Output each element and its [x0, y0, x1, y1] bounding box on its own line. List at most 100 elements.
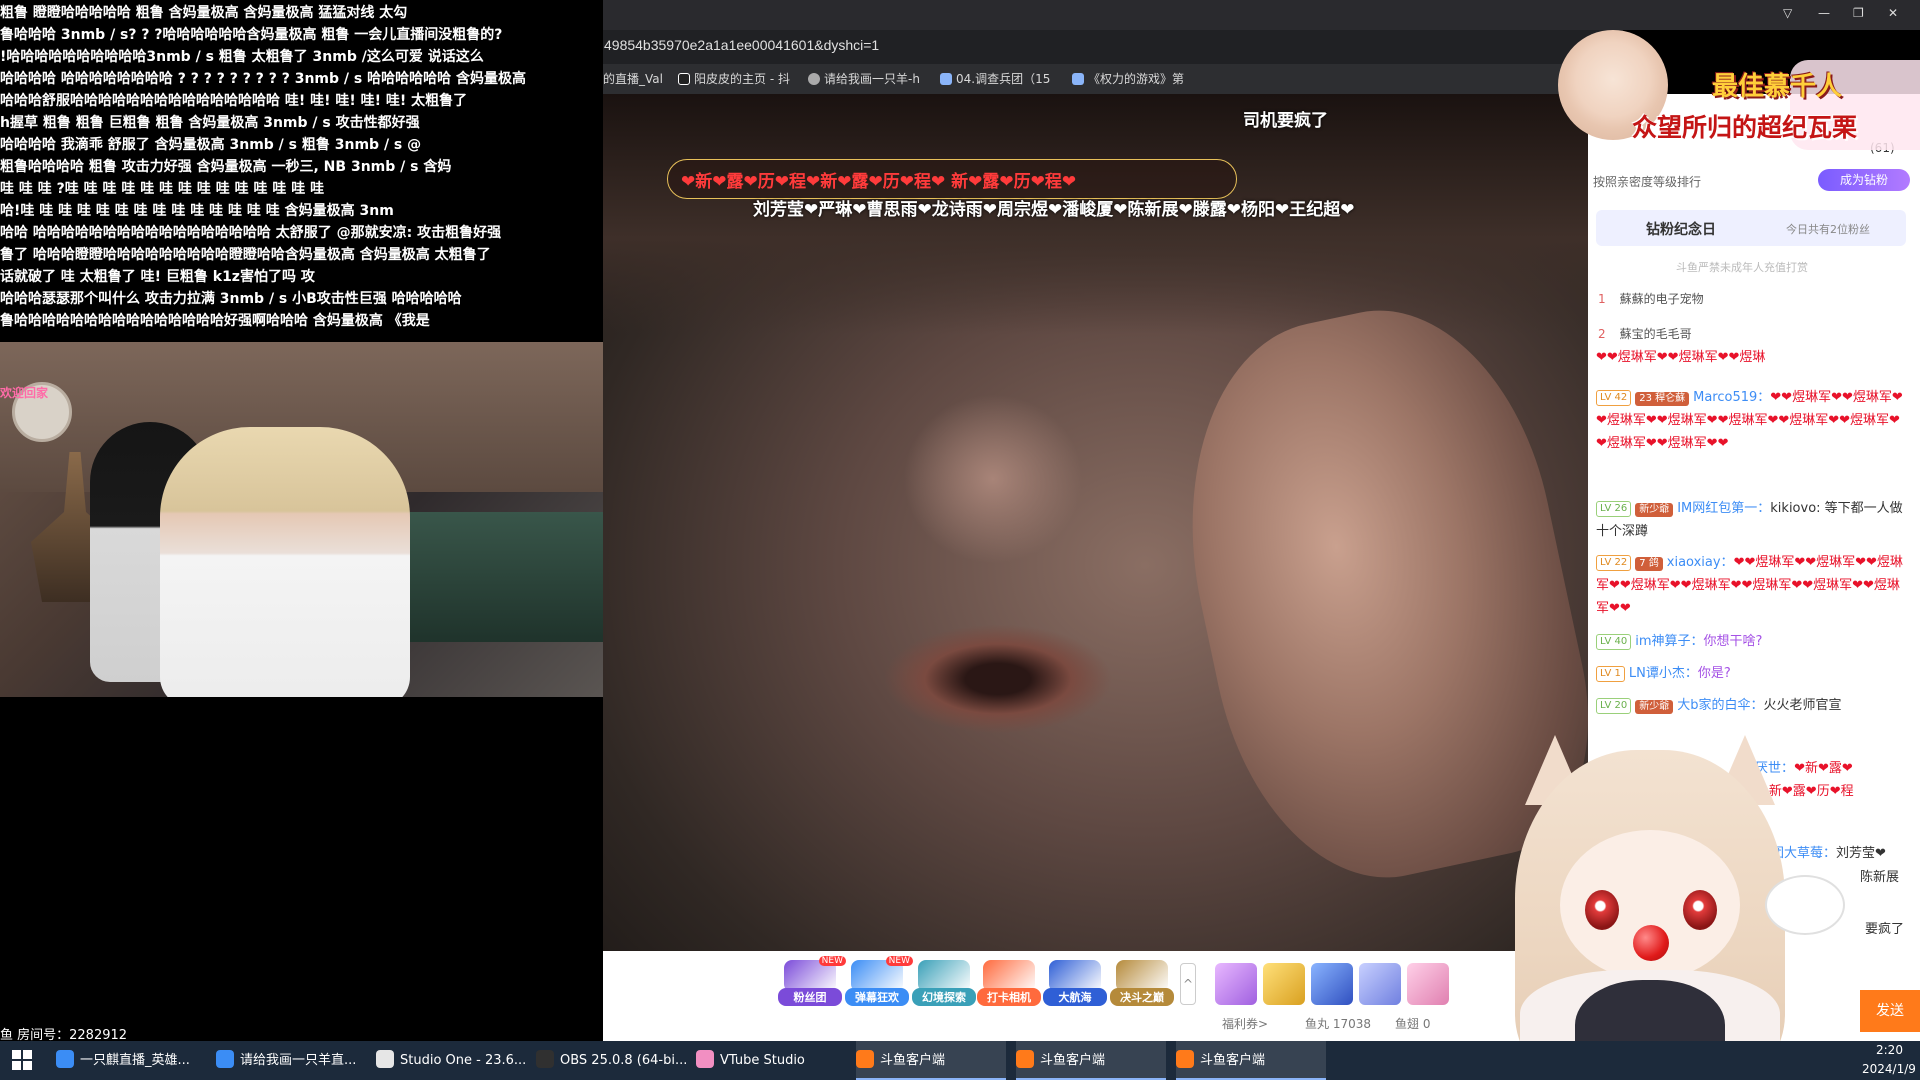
app-icon	[856, 1050, 874, 1068]
douyin-icon	[678, 73, 690, 85]
new-badge: NEW	[818, 956, 846, 966]
gift-item[interactable]: 决斗之巅	[1110, 960, 1174, 1006]
chat-text: ❤❤煜琳军❤❤煜琳军❤❤煜琳	[1596, 350, 1766, 365]
tv-icon	[1072, 73, 1084, 85]
fan-badge: 新少爺	[1635, 503, 1674, 517]
gift-label: 幻境探索	[912, 988, 976, 1006]
url-text[interactable]: 49854b35970e2a1a1ee00041601&dyshci=1	[604, 37, 879, 53]
gift-item[interactable]: 大航海	[1043, 960, 1107, 1006]
scroll-up-icon[interactable]: ^	[1180, 963, 1196, 1005]
clock-date[interactable]: 2024/1/9	[1862, 1062, 1916, 1076]
rank-tip: 按照亲密度等级排行	[1593, 175, 1702, 189]
danmaku-line: 鲁了 哈哈哈瞪瞪哈哈哈哈哈哈哈哈哈瞪瞪哈哈含妈量极高 含妈量极高 太粗鲁了	[0, 247, 491, 263]
gift-label: 弹幕狂欢	[845, 988, 909, 1006]
bookmark-item[interactable]: 《权力的游戏》第	[1072, 70, 1184, 87]
taskbar-item[interactable]: 一只麒直播_英雄...	[56, 1041, 206, 1080]
danmaku-line: 哈哈 哈哈哈哈哈哈哈哈哈哈哈哈哈哈哈哈哈 太舒服了 @那就安凉: 攻击粗鲁好强	[0, 225, 502, 241]
chat-username[interactable]: 大b家的白伞：	[1677, 698, 1763, 713]
cam-badge: 欢迎回家	[0, 386, 49, 400]
danmaku-line: 哈哈哈瑟瑟那个叫什么 攻击力拉满 3nmb / s 小B攻击性巨强 哈哈哈哈哈	[0, 291, 462, 307]
chat-text: 你是?	[1697, 666, 1731, 681]
app-icon	[536, 1050, 554, 1068]
gift-label: 粉丝团	[778, 988, 842, 1006]
tv-icon	[940, 73, 952, 85]
taskbar-item-label: OBS 25.0.8 (64-bi...	[560, 1053, 688, 1068]
level-badge: LV 1	[1596, 666, 1625, 682]
gift-item[interactable]: 弹幕狂欢 NEW	[845, 956, 913, 1006]
taskbar-item-label: 斗鱼客户端	[1040, 1053, 1106, 1068]
level-badge: LV 42	[1596, 390, 1632, 406]
ad-subtitle: 众望所归的超纪瓦栗	[1632, 113, 1858, 142]
diamond-subtitle: 今日共有2位粉丝	[1786, 223, 1870, 236]
fan-badge: 23 稈仑蘇	[1635, 392, 1690, 406]
danmaku-line: h握草 粗鲁 粗鲁 巨粗鲁 粗鲁 含妈量极高 3nmb / s 攻击性都好强	[0, 115, 420, 131]
gift-item[interactable]: 幻境探索	[912, 960, 976, 1006]
taskbar-item[interactable]: Studio One - 23.6...	[376, 1041, 526, 1080]
rocket-icon[interactable]	[1311, 963, 1353, 1005]
video-caption: 司机要疯了	[1243, 111, 1328, 131]
clock-time[interactable]: 2:20	[1876, 1043, 1903, 1057]
chat-message: LV 40 im神算子：你想干啥?	[1596, 630, 1906, 653]
bookmark-item[interactable]: 请给我画一只羊-h	[808, 70, 920, 87]
app-icon	[1176, 1050, 1194, 1068]
prop-icon[interactable]	[1215, 963, 1257, 1005]
hearts-banner-text: ❤新❤露❤历❤程❤新❤露❤历❤程❤ 新❤露❤历❤程❤	[681, 172, 1077, 192]
chat-text: 火火老师官宣	[1763, 698, 1842, 713]
gift-item[interactable]: 打卡相机	[977, 960, 1041, 1006]
taskbar-item[interactable]: 斗鱼客户端	[1016, 1041, 1166, 1080]
vtuber-avatar	[1425, 735, 1920, 1080]
chat-username[interactable]: LN谭小杰：	[1629, 666, 1698, 681]
chat-username[interactable]: IM网红包第一：	[1677, 501, 1770, 516]
video-mouth	[883, 624, 1113, 734]
new-badge: NEW	[885, 956, 913, 966]
gift-label: 大航海	[1043, 988, 1107, 1006]
chat-message: LV 22 7 鸽 xiaoxiay：❤❤煜琳军❤❤煜琳军❤❤煜琳军❤❤煜琳军❤❤煜…	[1596, 551, 1906, 620]
danmaku-line: 哈!哇 哇 哇 哇 哇 哇 哇 哇 哇 哇 哇 哇 哇 哇 含妈量极高 3nm	[0, 203, 394, 219]
prop-icon[interactable]	[1359, 963, 1401, 1005]
pin-icon[interactable]: ▽	[1783, 6, 1792, 20]
vtuber-eye-right	[1683, 890, 1717, 930]
taskbar-item-label: 请给我画一只羊直...	[240, 1053, 357, 1068]
bookmark-item[interactable]: 的直播_Val	[603, 70, 663, 87]
close-button[interactable]: ✕	[1888, 6, 1898, 20]
taskbar-item[interactable]: VTube Studio	[696, 1041, 846, 1080]
danmaku-overlay: 粗鲁 瞪瞪哈哈哈哈哈 粗鲁 含妈量极高 含妈量极高 猛猛对线 太勾 鲁哈哈哈 3n…	[0, 0, 603, 340]
app-icon	[696, 1050, 714, 1068]
minimize-button[interactable]: —	[1818, 6, 1830, 20]
taskbar-item[interactable]: 斗鱼客户端	[1176, 1041, 1326, 1080]
taskbar-item[interactable]: OBS 25.0.8 (64-bi...	[536, 1041, 688, 1080]
danmaku-line: 粗鲁 瞪瞪哈哈哈哈哈 粗鲁 含妈量极高 含妈量极高 猛猛对线 太勾	[0, 5, 408, 21]
maximize-button[interactable]: ❐	[1853, 6, 1864, 20]
sheep-sticker	[1765, 875, 1845, 935]
chat-username[interactable]: im神算子：	[1635, 634, 1703, 649]
taskbar-item-label: Studio One - 23.6...	[400, 1053, 527, 1068]
app-icon	[1016, 1050, 1034, 1068]
chat-username[interactable]: xiaoxiay：	[1667, 555, 1734, 570]
taskbar-item[interactable]: 斗鱼客户端	[856, 1041, 1006, 1080]
video-face	[903, 394, 1083, 564]
level-badge: LV 22	[1596, 555, 1632, 571]
welfare-link[interactable]: 福利券>	[1222, 1015, 1268, 1032]
chat-username[interactable]: Marco519：	[1693, 390, 1770, 405]
desktop: 粗鲁 瞪瞪哈哈哈哈哈 粗鲁 含妈量极高 含妈量极高 猛猛对线 太勾 鲁哈哈哈 3n…	[0, 0, 1920, 1080]
webcam-feed: 欢迎回家	[0, 342, 603, 697]
prop-icon[interactable]	[1263, 963, 1305, 1005]
ad-title: 最佳慕千人	[1712, 72, 1843, 102]
chat-text: 你想干啥?	[1703, 634, 1763, 649]
fan-badge: 新少爺	[1635, 700, 1674, 714]
fishball-count: 鱼丸 17038	[1305, 1017, 1371, 1031]
gift-item[interactable]: 粉丝团 NEW	[778, 956, 846, 1006]
rank-row[interactable]: 2 蘇宝的毛毛哥	[1598, 325, 1692, 342]
level-badge: LV 40	[1596, 634, 1632, 650]
bookmark-item[interactable]: 04.调查兵团（15	[940, 70, 1050, 87]
rank-row[interactable]: 1 蘇蘇的电子宠物	[1598, 290, 1704, 307]
danmaku-line: 哈哈哈舒服哈哈哈哈哈哈哈哈哈哈哈哈哈哈哈 哇! 哇! 哇! 哇! 哇! 太粗鲁了	[0, 93, 468, 109]
bookmark-item[interactable]: 阳皮皮的主页 - 抖	[678, 70, 790, 87]
windows-start-icon[interactable]	[12, 1050, 32, 1070]
become-fan-button[interactable]: 成为钻粉	[1818, 169, 1910, 191]
app-icon	[216, 1050, 234, 1068]
vtuber-clown-nose	[1633, 925, 1669, 961]
taskbar-item-label: 一只麒直播_英雄...	[80, 1053, 190, 1068]
minor-warning: 斗鱼严禁未成年人充值打赏	[1676, 261, 1808, 274]
taskbar-item[interactable]: 请给我画一只羊直...	[216, 1041, 366, 1080]
